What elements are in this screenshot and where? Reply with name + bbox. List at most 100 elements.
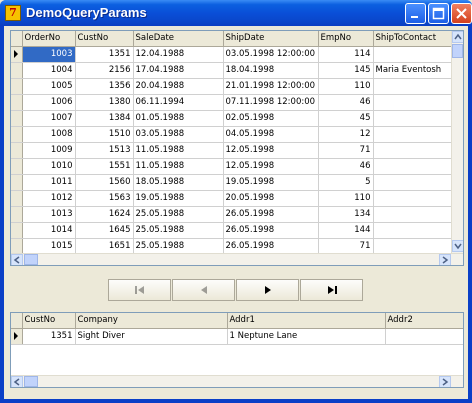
column-header-orderno[interactable]: OrderNo — [22, 31, 76, 47]
cell-saledate[interactable]: 12.04.1988 — [133, 46, 224, 63]
title-bar[interactable]: 7 DemoQueryParams — [0, 0, 472, 26]
cell-empno[interactable]: 5 — [318, 174, 374, 191]
cell-shipdate[interactable]: 03.05.1998 12:00:00 — [223, 46, 319, 63]
column-header-custno[interactable]: CustNo — [75, 31, 134, 47]
cell-custno[interactable]: 1356 — [75, 78, 134, 95]
cell-saledate[interactable]: 03.05.1988 — [133, 126, 224, 143]
cell-orderno[interactable]: 1006 — [22, 94, 76, 111]
cell-custno[interactable]: 1513 — [75, 142, 134, 159]
last-record-button[interactable] — [300, 279, 363, 301]
scroll-left-button[interactable] — [11, 254, 23, 265]
cell-saledate[interactable]: 25.05.1988 — [133, 206, 224, 223]
cell-custno[interactable]: 1560 — [75, 174, 134, 191]
cell-saledate[interactable]: 25.05.1988 — [133, 222, 224, 239]
cell-custno[interactable]: 1651 — [75, 238, 134, 255]
table-row[interactable]: 1007 1384 01.05.1988 02.05.1998 45 — [11, 110, 453, 127]
cell-orderno[interactable]: 1003 — [22, 46, 76, 63]
scroll-right-button[interactable] — [439, 376, 451, 387]
orders-grid[interactable]: OrderNo CustNo SaleDate ShipDate EmpNo S… — [10, 30, 464, 266]
cell-custno[interactable]: 1551 — [75, 158, 134, 175]
cell-empno[interactable]: 71 — [318, 238, 374, 255]
cell-orderno[interactable]: 1005 — [22, 78, 76, 95]
cell-saledate[interactable]: 20.04.1988 — [133, 78, 224, 95]
cell-empno[interactable]: 134 — [318, 206, 374, 223]
column-header-addr2[interactable]: Addr2 — [385, 313, 463, 329]
next-record-button[interactable] — [236, 279, 299, 301]
first-record-button[interactable] — [108, 279, 171, 301]
customer-grid[interactable]: CustNo Company Addr1 Addr2 1351 Sight Div… — [10, 312, 464, 388]
cell-custno[interactable]: 1645 — [75, 222, 134, 239]
app-icon[interactable]: 7 — [5, 5, 21, 21]
cell-custno[interactable]: 1384 — [75, 110, 134, 127]
table-row[interactable]: 1003 1351 12.04.1988 03.05.1998 12:00:00 114 — [11, 46, 453, 63]
table-row[interactable]: 1351 Sight Diver 1 Neptune Lane — [11, 328, 463, 345]
cell-empno[interactable]: 46 — [318, 158, 374, 175]
cell-shiptocontact[interactable] — [373, 78, 453, 95]
cell-custno[interactable]: 1510 — [75, 126, 134, 143]
cell-saledate[interactable]: 01.05.1988 — [133, 110, 224, 127]
cell-saledate[interactable]: 19.05.1988 — [133, 190, 224, 207]
close-button[interactable] — [451, 3, 472, 24]
table-row[interactable]: 1014 1645 25.05.1988 26.05.1998 144 — [11, 222, 453, 239]
table-row[interactable]: 1008 1510 03.05.1988 04.05.1998 12 — [11, 126, 453, 143]
cell-shipdate[interactable]: 26.05.1998 — [223, 206, 319, 223]
cell-custno[interactable]: 1351 — [75, 46, 134, 63]
column-header-shipdate[interactable]: ShipDate — [223, 31, 319, 47]
cell-orderno[interactable]: 1010 — [22, 158, 76, 175]
cell-empno[interactable]: 110 — [318, 78, 374, 95]
cell-orderno[interactable]: 1004 — [22, 62, 76, 79]
cell-shipdate[interactable]: 20.05.1998 — [223, 190, 319, 207]
cell-saledate[interactable]: 18.05.1988 — [133, 174, 224, 191]
cell-custno[interactable]: 1563 — [75, 190, 134, 207]
cell-shiptocontact[interactable] — [373, 94, 453, 111]
cell-shiptocontact[interactable] — [373, 238, 453, 255]
cell-saledate[interactable]: 25.05.1988 — [133, 238, 224, 255]
cell-empno[interactable]: 110 — [318, 190, 374, 207]
table-row[interactable]: 1010 1551 11.05.1988 12.05.1998 46 — [11, 158, 453, 175]
column-header-saledate[interactable]: SaleDate — [133, 31, 224, 47]
cell-shiptocontact[interactable] — [373, 158, 453, 175]
column-header-custno[interactable]: CustNo — [22, 313, 76, 329]
column-header-empno[interactable]: EmpNo — [318, 31, 374, 47]
cell-shiptocontact[interactable] — [373, 222, 453, 239]
cell-custno[interactable]: 1624 — [75, 206, 134, 223]
cell-orderno[interactable]: 1014 — [22, 222, 76, 239]
column-header-addr1[interactable]: Addr1 — [227, 313, 386, 329]
cell-addr2[interactable] — [385, 328, 463, 345]
cell-orderno[interactable]: 1013 — [22, 206, 76, 223]
cell-empno[interactable]: 145 — [318, 62, 374, 79]
table-row[interactable]: 1005 1356 20.04.1988 21.01.1998 12:00:00 110 — [11, 78, 453, 95]
cell-orderno[interactable]: 1008 — [22, 126, 76, 143]
column-header-company[interactable]: Company — [75, 313, 228, 329]
cell-shipdate[interactable]: 26.05.1998 — [223, 222, 319, 239]
maximize-button[interactable] — [428, 3, 449, 24]
cell-saledate[interactable]: 11.05.1988 — [133, 142, 224, 159]
column-header-shiptocontact[interactable]: ShipToContact — [373, 31, 453, 47]
scroll-down-button[interactable] — [452, 240, 463, 252]
cell-orderno[interactable]: 1009 — [22, 142, 76, 159]
table-row[interactable]: 1009 1513 11.05.1988 12.05.1998 71 — [11, 142, 453, 159]
cell-saledate[interactable]: 17.04.1988 — [133, 62, 224, 79]
cell-shipdate[interactable]: 18.04.1998 — [223, 62, 319, 79]
cell-saledate[interactable]: 11.05.1988 — [133, 158, 224, 175]
cell-shiptocontact[interactable] — [373, 174, 453, 191]
orders-vertical-scrollbar[interactable] — [451, 31, 463, 253]
cell-shiptocontact[interactable] — [373, 46, 453, 63]
cell-shiptocontact[interactable] — [373, 126, 453, 143]
cell-shipdate[interactable]: 19.05.1998 — [223, 174, 319, 191]
cell-shipdate[interactable]: 26.05.1998 — [223, 238, 319, 255]
cell-company[interactable]: Sight Diver — [75, 328, 228, 345]
table-row[interactable]: 1013 1624 25.05.1988 26.05.1998 134 — [11, 206, 453, 223]
customer-horizontal-scrollbar[interactable] — [11, 375, 463, 387]
cell-addr1[interactable]: 1 Neptune Lane — [227, 328, 386, 345]
cell-orderno[interactable]: 1007 — [22, 110, 76, 127]
cell-orderno[interactable]: 1015 — [22, 238, 76, 255]
cell-saledate[interactable]: 06.11.1994 — [133, 94, 224, 111]
scroll-thumb[interactable] — [452, 44, 463, 58]
cell-empno[interactable]: 71 — [318, 142, 374, 159]
cell-shipdate[interactable]: 12.05.1998 — [223, 142, 319, 159]
orders-horizontal-scrollbar[interactable] — [11, 253, 463, 265]
cell-custno[interactable]: 1380 — [75, 94, 134, 111]
cell-shiptocontact[interactable] — [373, 190, 453, 207]
cell-empno[interactable]: 46 — [318, 94, 374, 111]
